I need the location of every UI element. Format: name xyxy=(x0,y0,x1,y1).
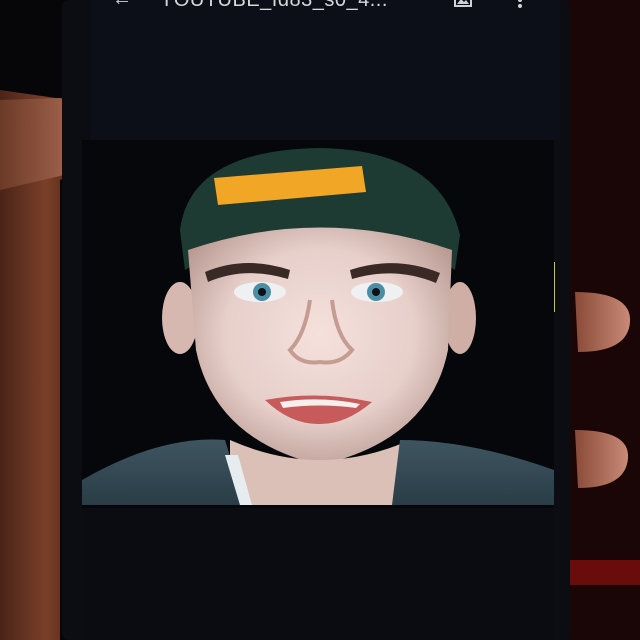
app-bar: ← YOUTUBE_Id83_s0_4... xyxy=(90,0,560,14)
photo-scene xyxy=(0,0,640,640)
more-vertical-icon[interactable] xyxy=(514,0,526,10)
arrow-left-icon[interactable]: ← xyxy=(112,0,134,10)
gallery-icon[interactable] xyxy=(453,0,473,10)
screen-top xyxy=(90,0,560,140)
pupil-right xyxy=(372,288,380,296)
file-title: YOUTUBE_Id83_s0_4... xyxy=(160,0,388,11)
red-strip xyxy=(570,560,640,585)
screen-bottom xyxy=(82,508,554,640)
pupil-left xyxy=(258,288,266,296)
